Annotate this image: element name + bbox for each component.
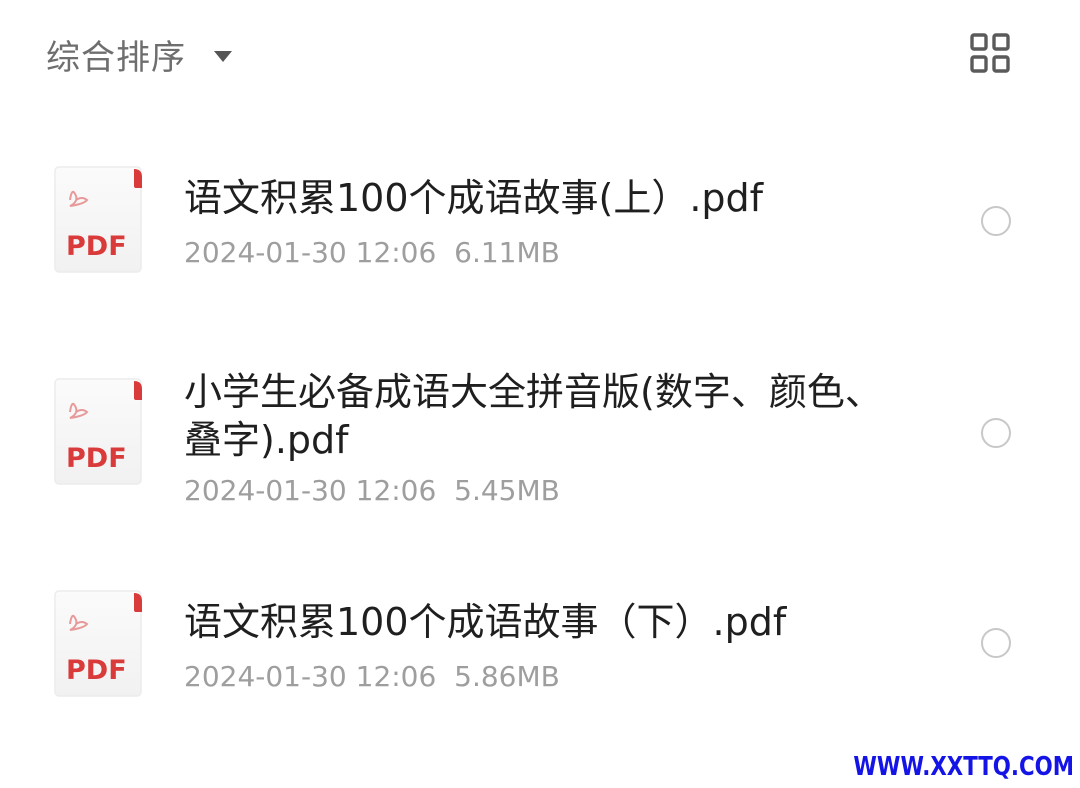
file-meta: 2024-01-30 12:06 6.11MB	[184, 236, 560, 269]
file-browser-page: 综合排序 PDF 语文积累100个成语故事(上）.pdf 2024-01-30 …	[0, 0, 1080, 788]
select-radio[interactable]	[981, 628, 1011, 658]
file-meta: 2024-01-30 12:06 5.86MB	[184, 660, 560, 693]
sort-label: 综合排序	[46, 37, 186, 78]
grid-view-icon[interactable]	[970, 33, 1010, 73]
file-list-item[interactable]: PDF 语文积累100个成语故事（下）.pdf 2024-01-30 12:06…	[0, 590, 1080, 700]
file-size: 5.86MB	[454, 660, 560, 693]
file-name: 小学生必备成语大全拼音版(数字、颜色、叠字).pdf	[184, 370, 883, 462]
file-date: 2024-01-30 12:06	[184, 236, 437, 269]
caret-down-icon	[214, 50, 232, 62]
pdf-file-icon: PDF	[54, 166, 142, 273]
file-meta: 2024-01-30 12:06 5.45MB	[184, 474, 560, 507]
select-radio[interactable]	[981, 206, 1011, 236]
select-radio[interactable]	[981, 418, 1011, 448]
file-name: 语文积累100个成语故事(上）.pdf	[184, 176, 764, 220]
file-list-item[interactable]: PDF 语文积累100个成语故事(上）.pdf 2024-01-30 12:06…	[0, 166, 1080, 276]
file-size: 6.11MB	[454, 236, 560, 269]
pdf-file-icon: PDF	[54, 590, 142, 697]
file-name: 语文积累100个成语故事（下）.pdf	[184, 600, 787, 644]
sort-dropdown[interactable]: 综合排序	[46, 28, 232, 80]
svg-text:PDF: PDF	[66, 231, 127, 262]
file-list-item[interactable]: PDF 小学生必备成语大全拼音版(数字、颜色、叠字).pdf 2024-01-3…	[0, 366, 1080, 507]
svg-text:PDF: PDF	[66, 655, 127, 686]
svg-text:PDF: PDF	[66, 443, 127, 474]
watermark-text: WWW.XXTTQ.COM	[853, 752, 1074, 782]
file-date: 2024-01-30 12:06	[184, 474, 437, 507]
file-size: 5.45MB	[454, 474, 560, 507]
file-date: 2024-01-30 12:06	[184, 660, 437, 693]
pdf-file-icon: PDF	[54, 378, 142, 485]
